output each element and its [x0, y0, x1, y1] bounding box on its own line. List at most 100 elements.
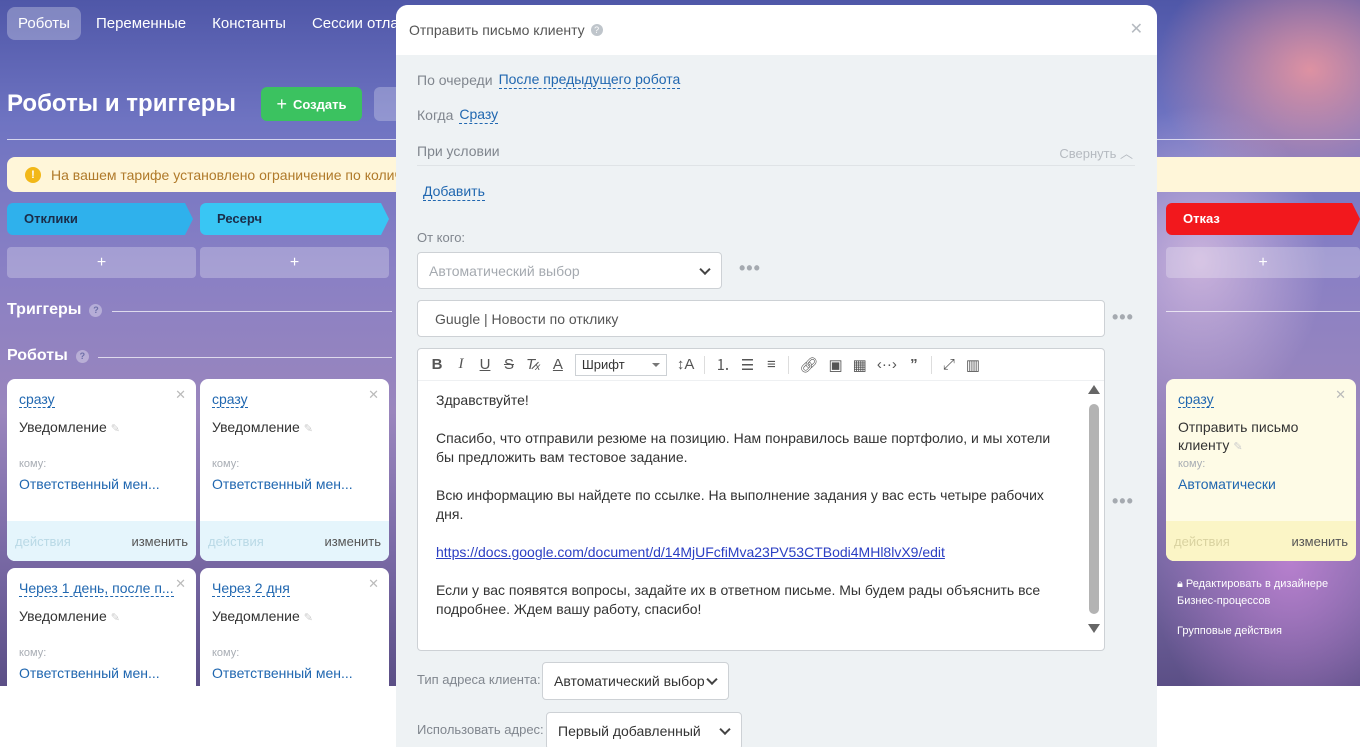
change-button[interactable]: изменить: [131, 534, 188, 549]
address-type-select[interactable]: Автоматический выбор: [542, 662, 729, 700]
help-icon[interactable]: ?: [75, 349, 89, 363]
font-size-icon[interactable]: ↕A: [677, 356, 695, 373]
close-icon[interactable]: ✕: [1130, 19, 1143, 39]
condition-row: При условии: [417, 143, 500, 159]
editor-toolbar: B I U S T̷ₓ A Шрифт ↕A ⒈ ☰ ≡ 🔗︎ ▣ ▦ ‹··›…: [418, 349, 1104, 381]
panel-header: Отправить письмо клиенту ? ✕: [396, 5, 1157, 55]
stage-label: Отказ: [1183, 211, 1220, 226]
robot-when-link[interactable]: сразу: [19, 391, 55, 408]
pencil-icon[interactable]: ✎: [111, 612, 120, 624]
actions-link[interactable]: действия: [1174, 534, 1230, 549]
condition-label: При условии: [417, 143, 500, 159]
robot-card[interactable]: Через 1 день, после п... Уведомление ✎ ко…: [7, 568, 196, 686]
close-icon[interactable]: ✕: [175, 576, 186, 592]
robot-recipient[interactable]: Автоматически: [1178, 476, 1344, 492]
more-icon[interactable]: •••: [1112, 491, 1134, 512]
link-icon[interactable]: 🔗︎: [799, 356, 818, 374]
create-button[interactable]: + Создать: [261, 87, 362, 121]
robot-card[interactable]: сразу Уведомление ✎ кому: Ответственный м…: [7, 379, 196, 561]
chevron-down-icon: [699, 263, 711, 275]
collapse-button[interactable]: Свернуть ︿: [1059, 143, 1133, 162]
clear-format-icon[interactable]: T̷ₓ: [526, 356, 541, 373]
add-robot-button[interactable]: +: [200, 247, 389, 278]
robot-when-link[interactable]: Через 1 день, после п...: [19, 580, 174, 597]
use-address-label: Использовать адрес:: [417, 722, 544, 737]
align-icon[interactable]: ≡: [764, 356, 778, 373]
business-process-link[interactable]: Бизнес-процессов: [1177, 593, 1328, 610]
scroll-down-icon[interactable]: [1088, 624, 1100, 633]
robot-when-link[interactable]: Через 2 дня: [212, 580, 290, 597]
text-color-icon[interactable]: A: [551, 356, 565, 373]
subject-input[interactable]: Guugle | Новости по отклику: [417, 300, 1105, 337]
queue-link[interactable]: После предыдущего робота: [498, 71, 681, 89]
fullscreen-icon[interactable]: ⤢: [942, 356, 956, 373]
close-icon[interactable]: ✕: [1335, 387, 1346, 403]
robot-title: Уведомление: [19, 608, 107, 624]
close-icon[interactable]: ✕: [175, 387, 186, 403]
scroll-thumb[interactable]: [1089, 404, 1099, 614]
help-icon[interactable]: ?: [89, 303, 103, 317]
more-icon[interactable]: •••: [1112, 307, 1134, 328]
actions-link[interactable]: действия: [208, 534, 264, 549]
chevron-down-icon: [706, 673, 718, 686]
change-button[interactable]: изменить: [1291, 534, 1348, 549]
bulleted-list-icon[interactable]: ☰: [740, 356, 754, 374]
code-icon[interactable]: ‹··›: [877, 356, 897, 373]
robot-recipient[interactable]: Ответственный мен...: [19, 476, 184, 492]
italic-icon[interactable]: I: [454, 356, 468, 373]
group-actions-link[interactable]: Групповые действия: [1177, 623, 1328, 640]
help-icon[interactable]: ?: [590, 24, 603, 36]
pencil-icon[interactable]: ✎: [304, 423, 313, 435]
from-select[interactable]: Автоматический выбор: [417, 252, 722, 289]
triggers-section: Триггеры?: [7, 301, 103, 319]
robot-card-send-email[interactable]: сразу Отправить письмо клиенту ✎ кому: Ав…: [1166, 379, 1356, 561]
strikethrough-icon[interactable]: S: [502, 356, 516, 373]
font-select[interactable]: Шрифт: [574, 353, 667, 376]
robot-when-link[interactable]: сразу: [212, 391, 248, 408]
image-icon[interactable]: ▣: [828, 356, 842, 374]
more-icon[interactable]: •••: [739, 258, 761, 279]
when-link[interactable]: Сразу: [459, 106, 499, 124]
edit-in-designer-link[interactable]: Редактировать в дизайнере: [1186, 578, 1328, 590]
tab-variables[interactable]: Переменные: [85, 7, 197, 40]
editor-body[interactable]: Здравствуйте! Спасибо, что отправили рез…: [436, 391, 1066, 638]
address-type-label: Тип адреса клиента:: [417, 672, 541, 687]
quote-icon[interactable]: ”: [907, 356, 921, 373]
scroll-up-icon[interactable]: [1088, 385, 1100, 394]
underline-icon[interactable]: U: [478, 356, 492, 373]
close-icon[interactable]: ✕: [368, 576, 379, 592]
html-view-icon[interactable]: ▥: [966, 356, 980, 374]
add-condition-link[interactable]: Добавить: [423, 183, 485, 201]
add-robot-button[interactable]: +: [1166, 247, 1360, 278]
numbered-list-icon[interactable]: ⒈: [715, 354, 730, 375]
top-navigation: Роботы Переменные Константы Сессии отлад: [7, 7, 418, 40]
tab-robots[interactable]: Роботы: [7, 7, 81, 40]
close-icon[interactable]: ✕: [368, 387, 379, 403]
robot-card[interactable]: Через 2 дня Уведомление ✎ кому: Ответстве…: [200, 568, 389, 686]
stage-otkliki[interactable]: Отклики: [7, 203, 193, 235]
message-link[interactable]: https://docs.google.com/document/d/14MjU…: [436, 544, 945, 560]
pencil-icon[interactable]: ✎: [304, 612, 313, 624]
tab-constants[interactable]: Константы: [201, 7, 297, 40]
pencil-icon[interactable]: ✎: [1233, 441, 1242, 453]
stage-label: Ресерч: [217, 211, 263, 226]
when-row: Когда Сразу: [417, 106, 499, 124]
stage-reserch[interactable]: Ресерч: [200, 203, 389, 235]
stage-otkaz[interactable]: Отказ: [1166, 203, 1360, 235]
message-editor[interactable]: B I U S T̷ₓ A Шрифт ↕A ⒈ ☰ ≡ 🔗︎ ▣ ▦ ‹··›…: [417, 348, 1105, 651]
add-robot-button[interactable]: +: [7, 247, 196, 278]
robot-when-link[interactable]: сразу: [1178, 391, 1214, 408]
table-icon[interactable]: ▦: [853, 356, 867, 374]
robot-recipient[interactable]: Ответственный мен...: [19, 665, 184, 681]
when-label: Когда: [417, 107, 454, 123]
robot-card[interactable]: сразу Уведомление ✎ кому: Ответственный м…: [200, 379, 389, 561]
bold-icon[interactable]: B: [430, 356, 444, 373]
robot-recipient[interactable]: Ответственный мен...: [212, 476, 377, 492]
use-address-select[interactable]: Первый добавленный: [546, 712, 742, 747]
pencil-icon[interactable]: ✎: [111, 423, 120, 435]
actions-link[interactable]: действия: [15, 534, 71, 549]
add-condition-row: Добавить: [423, 183, 485, 201]
robot-recipient[interactable]: Ответственный мен...: [212, 665, 377, 681]
editor-scrollbar[interactable]: [1088, 385, 1100, 645]
change-button[interactable]: изменить: [324, 534, 381, 549]
